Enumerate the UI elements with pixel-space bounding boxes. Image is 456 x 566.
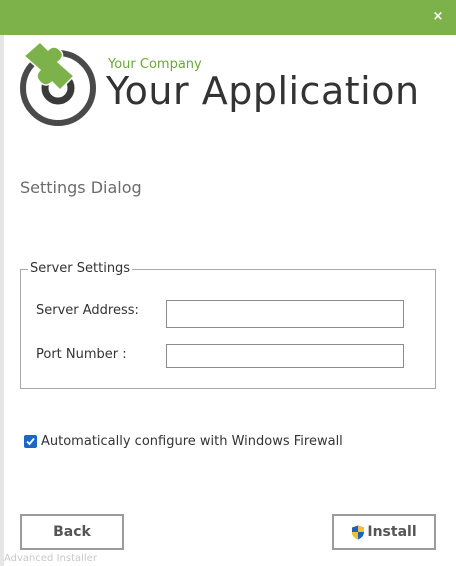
- install-button[interactable]: Install: [332, 514, 436, 550]
- server-address-input[interactable]: [166, 300, 404, 328]
- close-button[interactable]: ×: [428, 7, 448, 27]
- server-address-label: Server Address:: [36, 303, 139, 318]
- footer-brand: Advanced Installer: [4, 553, 97, 564]
- close-icon[interactable]: ×: [433, 9, 444, 24]
- back-button-label: Back: [53, 524, 91, 540]
- checkmark-icon: [26, 437, 35, 446]
- server-settings-group: [20, 269, 436, 389]
- uac-shield-icon: [352, 525, 365, 539]
- puzzle-logo-icon: [18, 40, 102, 126]
- window-left-edge: [0, 35, 4, 566]
- page-title: Settings Dialog: [20, 178, 142, 197]
- server-settings-legend: Server Settings: [28, 261, 133, 276]
- back-button[interactable]: Back: [20, 514, 124, 550]
- install-button-label: Install: [367, 524, 417, 540]
- application-name: Your Application: [106, 69, 420, 113]
- title-bar: ×: [0, 0, 456, 35]
- firewall-checkbox-label[interactable]: Automatically configure with Windows Fir…: [41, 434, 343, 449]
- port-number-label: Port Number :: [36, 347, 127, 362]
- port-number-input[interactable]: [166, 344, 404, 368]
- firewall-checkbox[interactable]: [24, 435, 37, 448]
